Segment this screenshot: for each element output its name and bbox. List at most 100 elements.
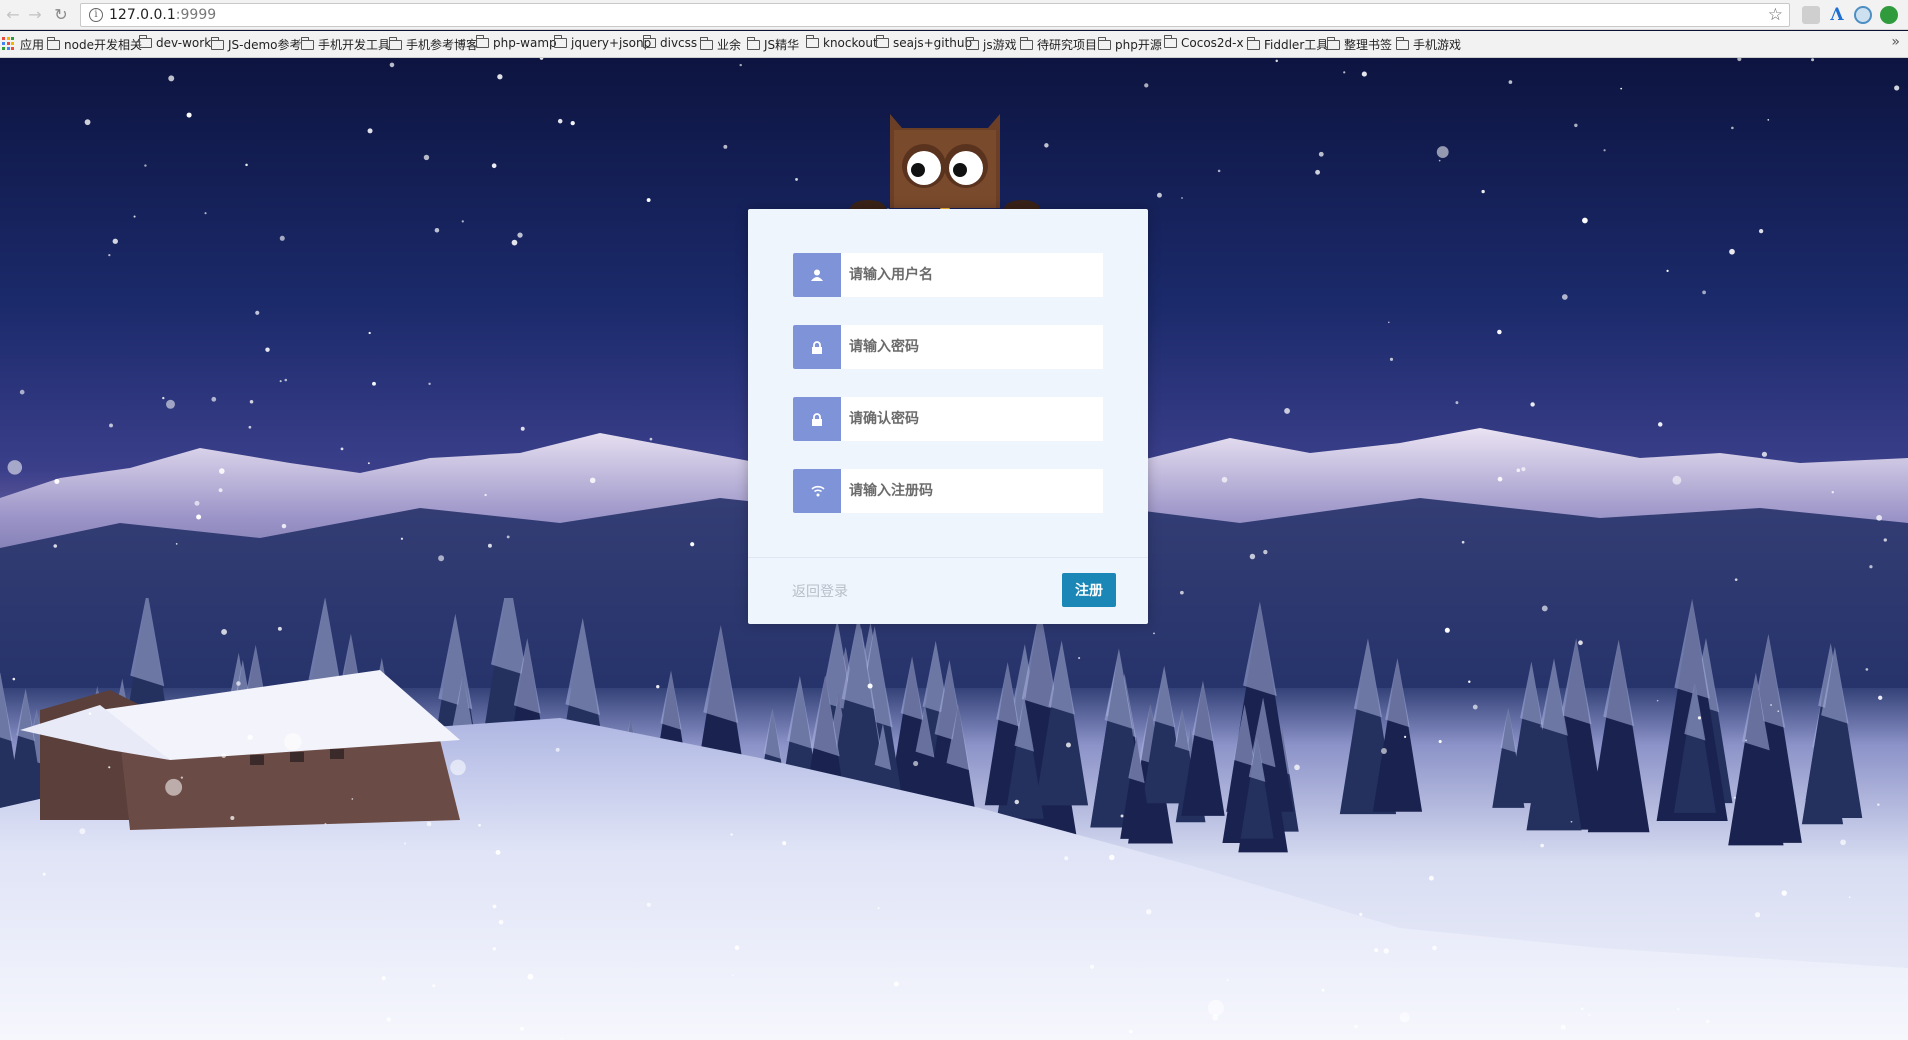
snowflake [1656, 699, 1659, 702]
bookmark-folder[interactable]: php开源 [1098, 36, 1162, 53]
snowflake [1570, 820, 1573, 823]
register-button[interactable]: 注册 [1062, 573, 1116, 607]
snowflake [649, 437, 653, 441]
back-arrow-icon[interactable]: ← [2, 4, 24, 26]
snowflake [867, 683, 873, 689]
confirm-password-input[interactable] [841, 397, 1103, 441]
password-field [793, 325, 1103, 369]
extension-globe-icon[interactable] [1854, 6, 1872, 24]
snowflake [1249, 553, 1256, 560]
snowflake [230, 815, 235, 821]
bookmark-folder[interactable]: JS-demo参考 [211, 36, 302, 53]
bookmark-folder[interactable]: js游戏 [966, 36, 1017, 53]
reload-icon[interactable]: ↻ [50, 4, 72, 26]
snowflake [1508, 80, 1513, 84]
snowflake [1181, 197, 1183, 199]
snowflake [7, 460, 23, 475]
address-bar[interactable]: i 127.0.0.1:9999 ☆ [80, 3, 1790, 27]
bookmark-star-icon[interactable]: ☆ [1768, 5, 1783, 25]
browser-toolbar: ← → ↻ i 127.0.0.1:9999 ☆ Λ [0, 0, 1908, 30]
snowflake [247, 734, 253, 740]
snowflake [1767, 118, 1770, 121]
snowflake [432, 984, 436, 988]
forward-arrow-icon[interactable]: → [24, 4, 46, 26]
snowflake [1207, 999, 1224, 1017]
bookmark-folder[interactable]: Cocos2d-x [1164, 35, 1244, 50]
username-input[interactable] [841, 253, 1103, 297]
snowflake [1770, 704, 1773, 706]
snowflake [492, 904, 497, 909]
snowflake [19, 389, 25, 395]
snowflake [498, 919, 504, 925]
snowflake [1145, 909, 1152, 915]
folder-icon [476, 35, 489, 48]
bookmark-folder[interactable]: 整理书签 [1327, 36, 1392, 53]
snowflake [1497, 329, 1502, 335]
snowflake [180, 776, 184, 779]
url-host: 127.0.0.1 [109, 7, 176, 23]
snowflake [186, 112, 192, 118]
snowflake [1883, 538, 1887, 542]
bookmark-folder[interactable]: 待研究项目 [1020, 36, 1097, 53]
bookmark-label: node开发相关 [64, 38, 142, 52]
snowflake [1677, 1008, 1680, 1011]
snowflake [221, 753, 226, 759]
bookmark-folder[interactable]: node开发相关 [47, 36, 142, 53]
snowflake [1733, 796, 1736, 799]
snowflake [893, 981, 899, 987]
apps-grid-icon[interactable] [2, 37, 15, 50]
folder-icon [1396, 37, 1409, 50]
snowflake [133, 215, 136, 218]
bookmark-folder[interactable]: knockout [806, 35, 878, 50]
back-to-login-link[interactable]: 返回登录 [792, 581, 848, 601]
snowflake [511, 239, 518, 246]
extension-icon[interactable] [1802, 6, 1820, 24]
snowflake [1472, 704, 1478, 710]
info-icon[interactable]: i [89, 8, 103, 22]
bookmarks-overflow-icon[interactable]: » [1891, 34, 1900, 50]
snowflake [1731, 126, 1734, 130]
snowflake [1381, 748, 1387, 754]
registration-code-input[interactable] [841, 469, 1103, 513]
bookmark-label: 手机开发工具 [318, 38, 391, 52]
apps-shortcut[interactable]: 应用 [20, 36, 44, 53]
bookmark-folder[interactable]: JS精华 [747, 36, 799, 53]
url-port: :9999 [175, 7, 217, 23]
url-text[interactable]: 127.0.0.1:9999 [109, 7, 216, 23]
snowflake [168, 75, 175, 82]
snowflake [1582, 217, 1588, 224]
bookmark-folder[interactable]: 手机游戏 [1396, 36, 1461, 53]
bookmark-folder[interactable]: 手机参考博客 [389, 36, 478, 53]
password-input[interactable] [841, 325, 1103, 369]
folder-icon [1020, 37, 1033, 50]
snowflake [1294, 764, 1300, 771]
snowflake [1666, 269, 1669, 272]
snowflake [144, 164, 147, 167]
bookmark-folder[interactable]: 业余 [700, 36, 741, 53]
snowflake [492, 947, 497, 951]
snowflake [284, 378, 288, 382]
folder-icon [139, 35, 152, 48]
bookmark-label: JS精华 [764, 38, 800, 52]
bookmark-folder[interactable]: 手机开发工具 [301, 36, 390, 53]
snowflake [340, 447, 344, 451]
extension-a-icon[interactable]: Λ [1828, 6, 1846, 24]
folder-icon [47, 37, 60, 50]
bookmark-folder[interactable]: seajs+github [876, 35, 972, 50]
bookmark-label: Fiddler工具 [1264, 38, 1329, 52]
snowflake [1359, 912, 1363, 916]
bookmark-folder[interactable]: jquery+jsonp [554, 35, 651, 50]
snowflake [555, 747, 560, 752]
snowflake [1120, 814, 1124, 818]
snowflake [913, 761, 919, 767]
bookmark-folder[interactable]: Fiddler工具 [1247, 36, 1328, 53]
bookmark-folder[interactable]: dev-work [139, 35, 212, 50]
extension-green-icon[interactable] [1880, 6, 1898, 24]
snowflake [1144, 83, 1149, 88]
snowflake [795, 178, 798, 181]
bookmark-label: dev-work [156, 36, 212, 50]
bookmark-folder[interactable]: divcss [643, 35, 697, 50]
snowflake [1497, 476, 1503, 482]
snowflake [478, 823, 481, 827]
bookmark-folder[interactable]: php-wamp [476, 35, 557, 50]
